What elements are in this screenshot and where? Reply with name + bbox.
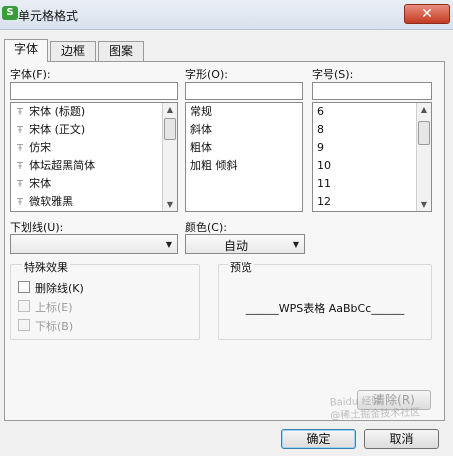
- scroll-down-icon[interactable]: ▼: [163, 198, 177, 211]
- size-label: 字号(S):: [312, 68, 354, 81]
- superscript-checkbox[interactable]: [18, 300, 30, 312]
- truetype-icon: Ŧ: [17, 161, 24, 172]
- close-icon: ✕: [421, 6, 433, 22]
- tab-font[interactable]: 字体: [4, 39, 48, 62]
- style-list-item[interactable]: 常规: [186, 103, 302, 121]
- strikethrough-label: 删除线(K): [35, 282, 84, 295]
- color-value: 自动: [224, 239, 249, 253]
- effects-group-title: 特殊效果: [22, 259, 70, 275]
- superscript-label: 上标(E): [35, 301, 73, 314]
- font-list-item[interactable]: Ŧ 宋体 (标题): [11, 103, 177, 121]
- size-list-item[interactable]: 6: [313, 103, 431, 121]
- strikethrough-checkbox[interactable]: [18, 281, 30, 293]
- tab-pattern[interactable]: 图案: [98, 41, 144, 61]
- size-list-item[interactable]: 10: [313, 157, 431, 175]
- size-input[interactable]: [312, 82, 432, 100]
- preview-sample-text: ______WPS表格 AaBbCc______: [245, 302, 405, 315]
- truetype-icon: Ŧ: [17, 107, 24, 118]
- close-button[interactable]: ✕: [404, 4, 450, 24]
- font-list-item[interactable]: Ŧ 体坛超黑简体: [11, 157, 177, 175]
- style-label: 字形(O):: [185, 68, 228, 81]
- font-list-item[interactable]: Ŧ 宋体: [11, 175, 177, 193]
- chevron-down-icon: ▼: [292, 240, 299, 249]
- ok-button[interactable]: 确定: [281, 429, 356, 449]
- truetype-icon: Ŧ: [17, 197, 24, 208]
- font-list-scrollbar[interactable]: ▲ ▼: [162, 103, 177, 211]
- font-input[interactable]: [10, 82, 178, 100]
- style-list[interactable]: 常规 斜体 粗体 加粗 倾斜: [185, 102, 303, 212]
- style-input[interactable]: [185, 82, 303, 100]
- scroll-up-icon[interactable]: ▲: [163, 103, 177, 116]
- size-list-item[interactable]: 9: [313, 139, 431, 157]
- color-select[interactable]: 自动 ▼: [185, 234, 305, 254]
- window-title: 单元格格式: [18, 9, 79, 23]
- font-list-item[interactable]: Ŧ 仿宋: [11, 139, 177, 157]
- size-list-scrollbar[interactable]: ▲ ▼: [416, 103, 431, 211]
- wps-app-icon: S: [2, 6, 18, 20]
- truetype-icon: Ŧ: [17, 125, 24, 136]
- preview-group-title: 预览: [228, 259, 254, 275]
- size-list[interactable]: 6 8 9 10 11 12: [312, 102, 432, 212]
- subscript-label: 下标(B): [35, 320, 74, 333]
- underline-select[interactable]: ▼: [10, 234, 178, 254]
- font-list-item[interactable]: Ŧ 微软雅黑: [11, 193, 177, 211]
- font-label: 字体(F):: [10, 68, 51, 81]
- scroll-up-icon[interactable]: ▲: [417, 103, 431, 116]
- font-list[interactable]: Ŧ 宋体 (标题) Ŧ 宋体 (正文) Ŧ 仿宋 Ŧ 体坛超黑简体 Ŧ 宋体 Ŧ 微软雅黑: [10, 102, 178, 212]
- subscript-checkbox[interactable]: [18, 319, 30, 331]
- scroll-thumb[interactable]: [164, 118, 176, 140]
- style-list-item[interactable]: 加粗 倾斜: [186, 157, 302, 175]
- tab-border[interactable]: 边框: [50, 41, 96, 61]
- truetype-icon: Ŧ: [17, 143, 24, 154]
- scroll-thumb[interactable]: [418, 121, 430, 145]
- style-list-item[interactable]: 粗体: [186, 139, 302, 157]
- font-list-item[interactable]: Ŧ 宋体 (正文): [11, 121, 177, 139]
- scroll-down-icon[interactable]: ▼: [417, 198, 431, 211]
- watermark: Baidu 经验 @稀土掘金技术社区: [329, 395, 421, 422]
- style-list-item[interactable]: 斜体: [186, 121, 302, 139]
- size-list-item[interactable]: 8: [313, 121, 431, 139]
- size-list-item[interactable]: 12: [313, 193, 431, 211]
- cancel-button[interactable]: 取消: [364, 429, 439, 449]
- chevron-down-icon: ▼: [165, 240, 172, 249]
- underline-label: 下划线(U):: [10, 221, 64, 234]
- color-label: 颜色(C):: [185, 221, 227, 234]
- size-list-item[interactable]: 11: [313, 175, 431, 193]
- truetype-icon: Ŧ: [17, 179, 24, 190]
